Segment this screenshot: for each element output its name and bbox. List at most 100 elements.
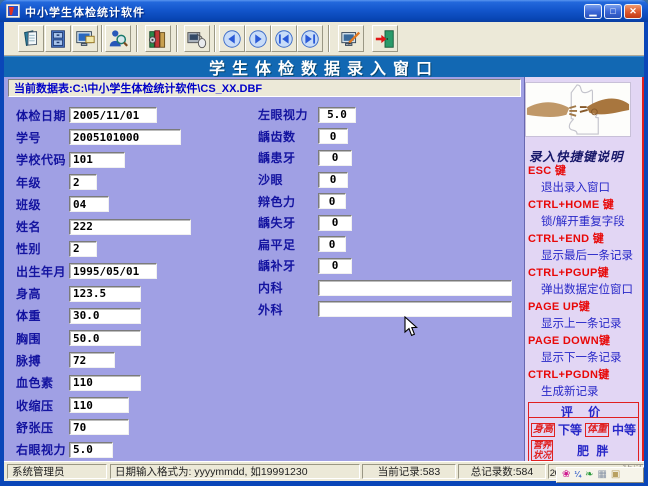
search-button[interactable] xyxy=(105,25,131,52)
shortcut-desc: 显示下一条记录 xyxy=(528,349,642,366)
field-label: 体检日期 xyxy=(16,107,69,124)
shortcut-key: PAGE DOWN键 xyxy=(528,332,642,349)
evaluation-title: 评 价 xyxy=(529,403,638,418)
help-panel: 录入快捷键说明 ESC 键 退出录入窗口 CTRL+HOME 键 锁/解开重复字… xyxy=(524,77,644,461)
system-tray: ❀ ¼ ❧ ▦ ▣ xyxy=(556,467,644,483)
caries-teeth-field[interactable]: 0 xyxy=(318,150,352,166)
edit-icon xyxy=(340,28,362,50)
cabinet-icon xyxy=(47,28,69,50)
field-label: 胸围 xyxy=(16,330,69,347)
hemoglobin-field[interactable]: 110 xyxy=(69,375,141,391)
next-record-button[interactable] xyxy=(245,25,271,52)
field-label: 右眼视力 xyxy=(16,441,69,458)
form-row: 外科 xyxy=(258,298,520,320)
shortcut-key: PAGE UP键 xyxy=(528,298,642,315)
flat-foot-field[interactable]: 0 xyxy=(318,236,346,252)
chest-field[interactable]: 50.0 xyxy=(69,330,141,346)
field-label: 出生年月 xyxy=(16,263,69,280)
toolbar-separator xyxy=(214,25,216,52)
name-field[interactable]: 222 xyxy=(69,219,191,235)
field-label: 年级 xyxy=(16,174,69,191)
field-label: 左眼视力 xyxy=(258,106,318,123)
exit-button[interactable] xyxy=(372,25,398,52)
field-label: 龋齿数 xyxy=(258,128,318,145)
birth-date-field[interactable]: 1995/05/01 xyxy=(69,263,157,279)
toolbar-separator xyxy=(101,25,103,52)
shortcut-list: ESC 键 退出录入窗口 CTRL+HOME 键 锁/解开重复字段 CTRL+E… xyxy=(525,162,642,400)
left-vision-field[interactable]: 5.0 xyxy=(318,107,356,123)
student-id-field[interactable]: 2005101000 xyxy=(69,129,181,145)
tray-percent-icon[interactable]: ¼ xyxy=(574,470,581,480)
computer-icon xyxy=(74,28,96,50)
titlebar[interactable]: 中小学生体检统计软件 ▁ □ ✕ xyxy=(0,0,648,22)
height-eval-label: 身高 xyxy=(531,423,555,437)
right-vision-field[interactable]: 5.0 xyxy=(69,442,113,458)
database-button[interactable] xyxy=(145,25,171,52)
pulse-field[interactable]: 72 xyxy=(69,352,115,368)
maximize-button[interactable]: □ xyxy=(604,4,622,19)
form-row: 收缩压110 xyxy=(16,394,251,416)
shortcut-key: CTRL+HOME 键 xyxy=(528,196,642,213)
caries-lost-field[interactable]: 0 xyxy=(318,215,352,231)
field-label: 龋患牙 xyxy=(258,149,318,166)
grade-field[interactable]: 2 xyxy=(69,174,97,190)
status-bar: 系统管理员 日期输入格式为: yyyymmdd, 如19991230 当前记录:… xyxy=(4,461,644,481)
field-label: 学号 xyxy=(16,129,69,146)
systolic-field[interactable]: 110 xyxy=(69,397,129,413)
form-row: 龋患牙0 xyxy=(258,147,520,169)
datapath-text: 当前数据表:C:\中小学生体检统计软件\CS_XX.DBF xyxy=(14,80,262,96)
form-row: 血色素110 xyxy=(16,372,251,394)
status-user: 系统管理员 xyxy=(7,464,107,479)
caries-count-field[interactable]: 0 xyxy=(318,128,348,144)
school-code-field[interactable]: 101 xyxy=(69,152,125,168)
form-row: 身高123.5 xyxy=(16,282,251,304)
height-field[interactable]: 123.5 xyxy=(69,286,141,302)
tray-calendar-icon[interactable]: ▣ xyxy=(611,470,620,480)
status-hint: 日期输入格式为: yyyymmdd, 如19991230 xyxy=(110,464,360,479)
application-window: 中小学生体检统计软件 ▁ □ ✕ xyxy=(0,0,648,486)
class-field[interactable]: 04 xyxy=(69,196,109,212)
last-record-button[interactable] xyxy=(297,25,323,52)
caries-filled-field[interactable]: 0 xyxy=(318,258,352,274)
tray-display-icon[interactable]: ▦ xyxy=(597,470,606,480)
surgery-field[interactable] xyxy=(318,301,512,317)
trachoma-field[interactable]: 0 xyxy=(318,172,348,188)
field-label: 性别 xyxy=(16,240,69,257)
form-row: 脉搏72 xyxy=(16,349,251,371)
first-record-button[interactable] xyxy=(271,25,297,52)
prev-record-button[interactable] xyxy=(219,25,245,52)
help-title: 录入快捷键说明 xyxy=(525,145,642,162)
computer-button[interactable] xyxy=(72,25,98,52)
notebook-button[interactable] xyxy=(18,25,44,52)
tray-flower-icon[interactable]: ❀ xyxy=(562,470,570,480)
field-label: 龋补牙 xyxy=(258,257,318,274)
form-row: 出生年月1995/05/01 xyxy=(16,260,251,282)
form-row: 辩色力0 xyxy=(258,190,520,212)
diastolic-field[interactable]: 70 xyxy=(69,419,129,435)
evaluation-row: 营养状况 肥 胖 xyxy=(529,438,638,461)
cabinet-button[interactable] xyxy=(45,25,71,52)
close-button[interactable]: ✕ xyxy=(624,4,642,19)
status-total-records: 总记录数:584 xyxy=(458,464,546,479)
toolbar xyxy=(4,22,644,56)
tray-leaf-icon[interactable]: ❧ xyxy=(585,470,593,480)
minimize-button[interactable]: ▁ xyxy=(584,4,602,19)
shortcut-desc: 锁/解开重复字段 xyxy=(528,213,642,230)
internal-medicine-field[interactable] xyxy=(318,280,512,296)
current-table-path: 当前数据表:C:\中小学生体检统计软件\CS_XX.DBF xyxy=(8,79,521,97)
weight-field[interactable]: 30.0 xyxy=(69,308,141,324)
app-icon xyxy=(6,4,20,18)
field-label: 脉搏 xyxy=(16,352,69,369)
form-row: 扁平足0 xyxy=(258,234,520,256)
field-label: 龋失牙 xyxy=(258,214,318,231)
weight-eval-label: 体重 xyxy=(585,423,609,437)
edit-button[interactable] xyxy=(338,25,364,52)
status-current-record: 当前记录:583 xyxy=(362,464,456,479)
evaluation-row: 身高 下等 体重 中等 xyxy=(529,418,638,438)
gender-field[interactable]: 2 xyxy=(69,241,97,257)
color-vision-field[interactable]: 0 xyxy=(318,193,346,209)
mouse-device-button[interactable] xyxy=(184,25,210,52)
toolbar-separator xyxy=(136,25,138,52)
shortcut-desc: 显示最后一条记录 xyxy=(528,247,642,264)
exam-date-field[interactable]: 2005/11/01 xyxy=(69,107,157,123)
